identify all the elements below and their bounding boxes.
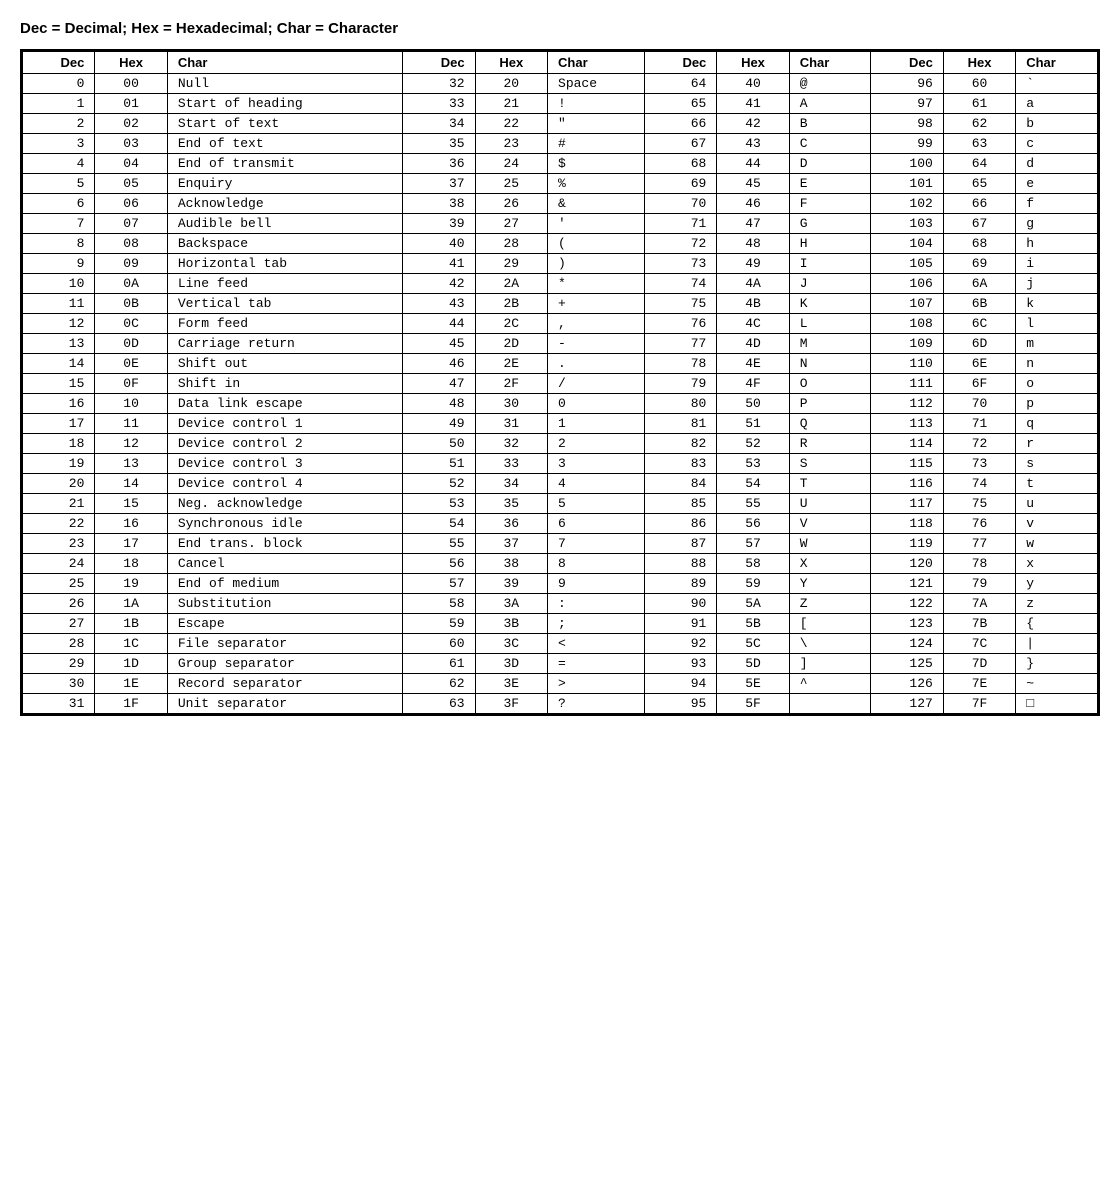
table-row: 120CForm feed442C,764CL1086Cl	[23, 314, 1098, 334]
col-header-hex3: Hex	[717, 52, 789, 74]
table-row: 505Enquiry3725%6945E10165e	[23, 174, 1098, 194]
table-row: 100ALine feed422A*744AJ1066Aj	[23, 274, 1098, 294]
col-header-dec2: Dec	[403, 52, 475, 74]
table-row: 909Horizontal tab4129)7349I10569i	[23, 254, 1098, 274]
col-header-hex2: Hex	[475, 52, 547, 74]
table-row: 261ASubstitution583A:905AZ1227Az	[23, 594, 1098, 614]
table-row: 2115Neg. acknowledge533558555U11775u	[23, 494, 1098, 514]
col-header-dec1: Dec	[23, 52, 95, 74]
table-row: 1913Device control 3513338353S11573s	[23, 454, 1098, 474]
table-row: 311FUnit separator633F?955F1277F□	[23, 694, 1098, 714]
table-row: 281CFile separator603C<925C\1247C|	[23, 634, 1098, 654]
table-row: 404End of transmit3624$6844D10064d	[23, 154, 1098, 174]
table-row: 101Start of heading3321!6541A9761a	[23, 94, 1098, 114]
col-header-char3: Char	[789, 52, 871, 74]
page-title: Dec = Decimal; Hex = Hexadecimal; Char =…	[20, 20, 1100, 37]
table-row: 303End of text3523#6743C9963c	[23, 134, 1098, 154]
table-row: 2216Synchronous idle543668656V11876v	[23, 514, 1098, 534]
table-row: 1812Device control 2503228252R11472r	[23, 434, 1098, 454]
table-row: 110BVertical tab432B+754BK1076Bk	[23, 294, 1098, 314]
col-header-dec4: Dec	[871, 52, 943, 74]
col-header-char2: Char	[548, 52, 645, 74]
table-row: 808Backspace4028(7248H10468h	[23, 234, 1098, 254]
table-row: 130DCarriage return452D-774DM1096Dm	[23, 334, 1098, 354]
table-row: 150FShift in472F/794FO1116Fo	[23, 374, 1098, 394]
ascii-table: Dec Hex Char Dec Hex Char Dec Hex Char D…	[22, 51, 1098, 714]
table-row: 2014Device control 4523448454T11674t	[23, 474, 1098, 494]
col-header-dec3: Dec	[644, 52, 716, 74]
table-row: 140EShift out462E.784EN1106En	[23, 354, 1098, 374]
col-header-char1: Char	[167, 52, 402, 74]
table-header-row: Dec Hex Char Dec Hex Char Dec Hex Char D…	[23, 52, 1098, 74]
table-row: 1610Data link escape483008050P11270p	[23, 394, 1098, 414]
table-row: 1711Device control 1493118151Q11371q	[23, 414, 1098, 434]
col-header-hex4: Hex	[943, 52, 1015, 74]
table-row: 301ERecord separator623E>945E^1267E~	[23, 674, 1098, 694]
table-row: 707Audible bell3927'7147G10367g	[23, 214, 1098, 234]
table-row: 2317End trans. block553778757W11977w	[23, 534, 1098, 554]
table-row: 202Start of text3422"6642B9862b	[23, 114, 1098, 134]
table-row: 606Acknowledge3826&7046F10266f	[23, 194, 1098, 214]
table-row: 271BEscape593B;915B[1237B{	[23, 614, 1098, 634]
col-header-char4: Char	[1016, 52, 1098, 74]
col-header-hex1: Hex	[95, 52, 167, 74]
table-row: 2519End of medium573998959Y12179y	[23, 574, 1098, 594]
table-row: 291DGroup separator613D=935D]1257D}	[23, 654, 1098, 674]
table-row: 2418Cancel563888858X12078x	[23, 554, 1098, 574]
table-row: 000Null3220Space6440@9660`	[23, 74, 1098, 94]
